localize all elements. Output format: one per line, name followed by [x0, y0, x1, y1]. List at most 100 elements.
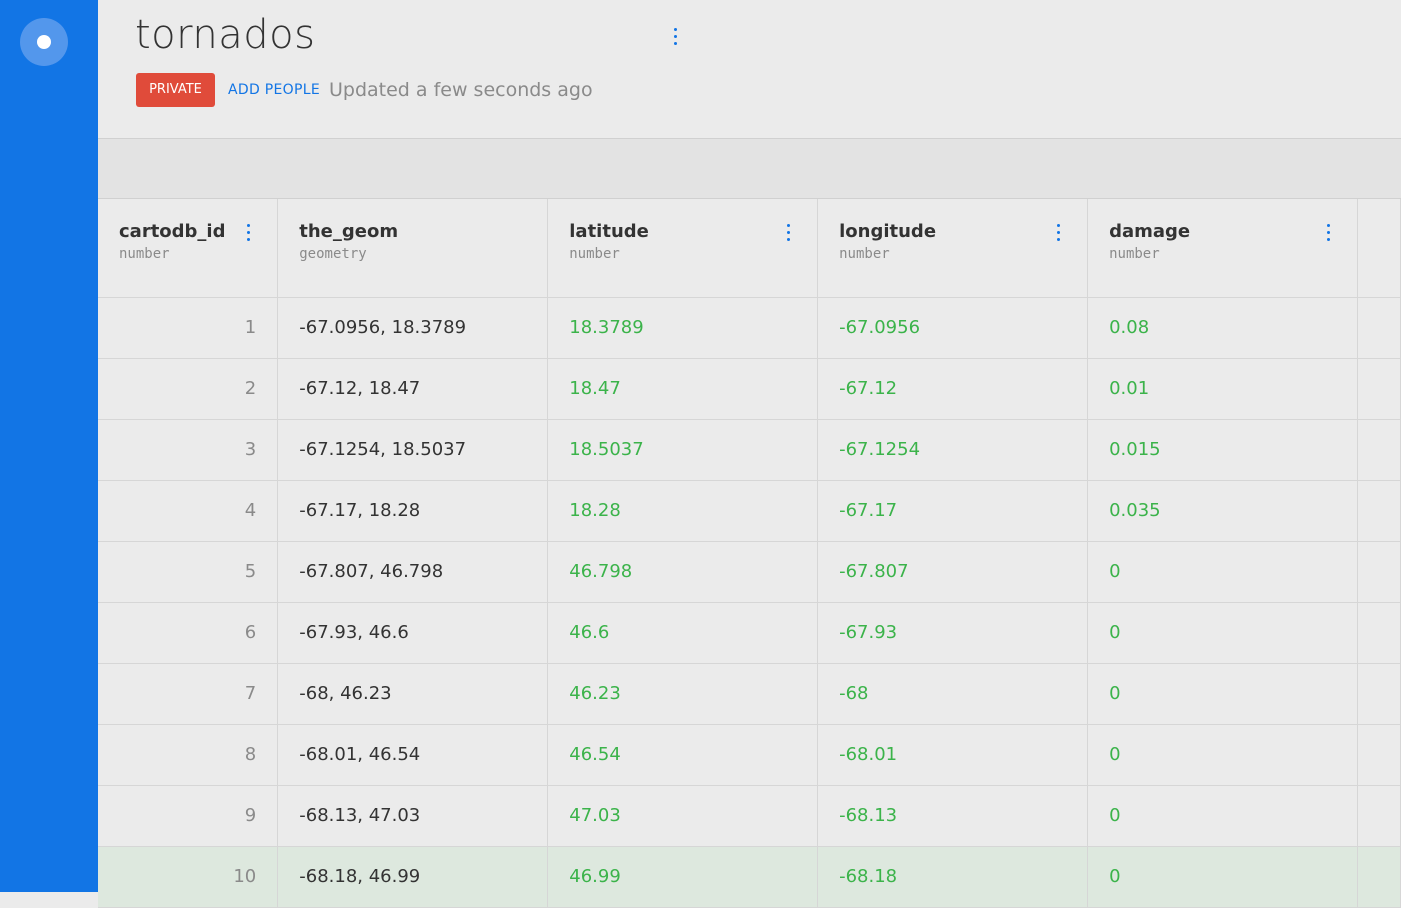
cell-the-geom[interactable]: -68.13, 47.03: [277, 785, 549, 847]
main-content: tornados PRIVATE ADD PEOPLE Updated a fe…: [98, 0, 1401, 908]
column-options-icon[interactable]: [247, 224, 251, 245]
cell-overflow: [1357, 602, 1401, 664]
column-header-damage[interactable]: damage number: [1087, 199, 1358, 298]
cell-overflow: [1357, 724, 1401, 786]
column-type: number: [1109, 246, 1160, 262]
cell-the-geom[interactable]: -67.0956, 18.3789: [277, 297, 549, 359]
cell-longitude[interactable]: -68.13: [817, 785, 1089, 847]
cell-overflow: [1357, 419, 1401, 481]
cell-latitude[interactable]: 46.23: [547, 663, 819, 725]
column-header-latitude[interactable]: latitude number: [547, 199, 819, 298]
cell-damage[interactable]: 0.015: [1087, 419, 1358, 481]
cell-damage[interactable]: 0.08: [1087, 297, 1358, 359]
column-options-icon[interactable]: [1326, 224, 1331, 245]
table-row[interactable]: 1 -67.0956, 18.3789 18.3789 -67.0956 0.0…: [98, 297, 1401, 359]
column-header-longitude[interactable]: longitude number: [817, 199, 1089, 298]
cell-damage[interactable]: 0: [1087, 846, 1358, 908]
column-header-the-geom[interactable]: the_geom geometry: [277, 199, 549, 298]
table-row[interactable]: 7 -68, 46.23 46.23 -68 0: [98, 663, 1401, 725]
cell-longitude[interactable]: -68: [817, 663, 1089, 725]
cell-damage[interactable]: 0.035: [1087, 480, 1358, 542]
table-row[interactable]: 8 -68.01, 46.54 46.54 -68.01 0: [98, 724, 1401, 786]
cell-latitude[interactable]: 46.54: [547, 724, 819, 786]
cell-overflow: [1357, 846, 1401, 908]
dataset-title[interactable]: tornados: [135, 12, 315, 58]
cell-longitude[interactable]: -67.17: [817, 480, 1089, 542]
table-row[interactable]: 5 -67.807, 46.798 46.798 -67.807 0: [98, 541, 1401, 603]
cell-longitude[interactable]: -68.18: [817, 846, 1089, 908]
column-options-icon[interactable]: [787, 224, 791, 245]
table-row[interactable]: 6 -67.93, 46.6 46.6 -67.93 0: [98, 602, 1401, 664]
cell-cartodb-id[interactable]: 10: [98, 846, 279, 908]
column-type: number: [569, 246, 620, 262]
updated-status: Updated a few seconds ago: [329, 79, 593, 101]
cell-the-geom[interactable]: -67.93, 46.6: [277, 602, 549, 664]
cell-the-geom[interactable]: -68.01, 46.54: [277, 724, 549, 786]
table-row[interactable]: 2 -67.12, 18.47 18.47 -67.12 0.01: [98, 358, 1401, 420]
column-name: latitude: [569, 221, 649, 242]
table-row[interactable]: 9 -68.13, 47.03 47.03 -68.13 0: [98, 785, 1401, 847]
cell-latitude[interactable]: 18.5037: [547, 419, 819, 481]
column-header-cartodb-id[interactable]: cartodb_id number: [98, 199, 279, 298]
cell-the-geom[interactable]: -68, 46.23: [277, 663, 549, 725]
cell-overflow: [1357, 541, 1401, 603]
cell-overflow: [1357, 785, 1401, 847]
cell-longitude[interactable]: -67.12: [817, 358, 1089, 420]
privacy-badge[interactable]: PRIVATE: [136, 73, 215, 107]
cell-longitude[interactable]: -67.93: [817, 602, 1089, 664]
cell-latitude[interactable]: 18.47: [547, 358, 819, 420]
cell-cartodb-id[interactable]: 2: [98, 358, 279, 420]
table-row[interactable]: 4 -67.17, 18.28 18.28 -67.17 0.035: [98, 480, 1401, 542]
cell-latitude[interactable]: 47.03: [547, 785, 819, 847]
add-people-link[interactable]: ADD PEOPLE: [228, 82, 320, 98]
cell-damage[interactable]: 0: [1087, 724, 1358, 786]
sidebar: [0, 0, 98, 892]
column-name: cartodb_id: [119, 221, 226, 242]
cell-latitude[interactable]: 46.99: [547, 846, 819, 908]
cell-longitude[interactable]: -67.1254: [817, 419, 1089, 481]
column-name: the_geom: [299, 221, 399, 242]
column-header-overflow: [1357, 199, 1401, 298]
cell-damage[interactable]: 0.01: [1087, 358, 1358, 420]
cell-the-geom[interactable]: -67.807, 46.798: [277, 541, 549, 603]
cell-the-geom[interactable]: -68.18, 46.99: [277, 846, 549, 908]
table-toolbar: [98, 139, 1401, 199]
column-name: longitude: [839, 221, 937, 242]
cell-cartodb-id[interactable]: 3: [98, 419, 279, 481]
cell-the-geom[interactable]: -67.1254, 18.5037: [277, 419, 549, 481]
cell-the-geom[interactable]: -67.17, 18.28: [277, 480, 549, 542]
dataset-header: tornados PRIVATE ADD PEOPLE Updated a fe…: [98, 0, 1401, 139]
table-row[interactable]: 3 -67.1254, 18.5037 18.5037 -67.1254 0.0…: [98, 419, 1401, 481]
cell-longitude[interactable]: -67.0956: [817, 297, 1089, 359]
cell-cartodb-id[interactable]: 5: [98, 541, 279, 603]
cell-latitude[interactable]: 46.6: [547, 602, 819, 664]
cell-overflow: [1357, 297, 1401, 359]
column-options-icon[interactable]: [1057, 224, 1061, 245]
cell-latitude[interactable]: 18.28: [547, 480, 819, 542]
dataset-options-icon[interactable]: [674, 28, 678, 49]
cell-the-geom[interactable]: -67.12, 18.47: [277, 358, 549, 420]
table-header-row: cartodb_id number the_geom geometry lati…: [98, 199, 1401, 298]
cell-damage[interactable]: 0: [1087, 602, 1358, 664]
cell-cartodb-id[interactable]: 7: [98, 663, 279, 725]
logo-dot: [37, 35, 51, 49]
column-type: number: [839, 246, 890, 262]
carto-logo-icon[interactable]: [20, 18, 68, 66]
column-name: damage: [1109, 221, 1191, 242]
cell-cartodb-id[interactable]: 4: [98, 480, 279, 542]
cell-longitude[interactable]: -68.01: [817, 724, 1089, 786]
data-table: cartodb_id number the_geom geometry lati…: [98, 199, 1401, 908]
cell-cartodb-id[interactable]: 9: [98, 785, 279, 847]
cell-longitude[interactable]: -67.807: [817, 541, 1089, 603]
column-type: number: [119, 246, 170, 262]
cell-cartodb-id[interactable]: 1: [98, 297, 279, 359]
cell-damage[interactable]: 0: [1087, 785, 1358, 847]
cell-damage[interactable]: 0: [1087, 663, 1358, 725]
cell-cartodb-id[interactable]: 6: [98, 602, 279, 664]
cell-cartodb-id[interactable]: 8: [98, 724, 279, 786]
table-row[interactable]: 10 -68.18, 46.99 46.99 -68.18 0: [98, 846, 1401, 908]
cell-damage[interactable]: 0: [1087, 541, 1358, 603]
cell-overflow: [1357, 663, 1401, 725]
cell-latitude[interactable]: 46.798: [547, 541, 819, 603]
cell-latitude[interactable]: 18.3789: [547, 297, 819, 359]
